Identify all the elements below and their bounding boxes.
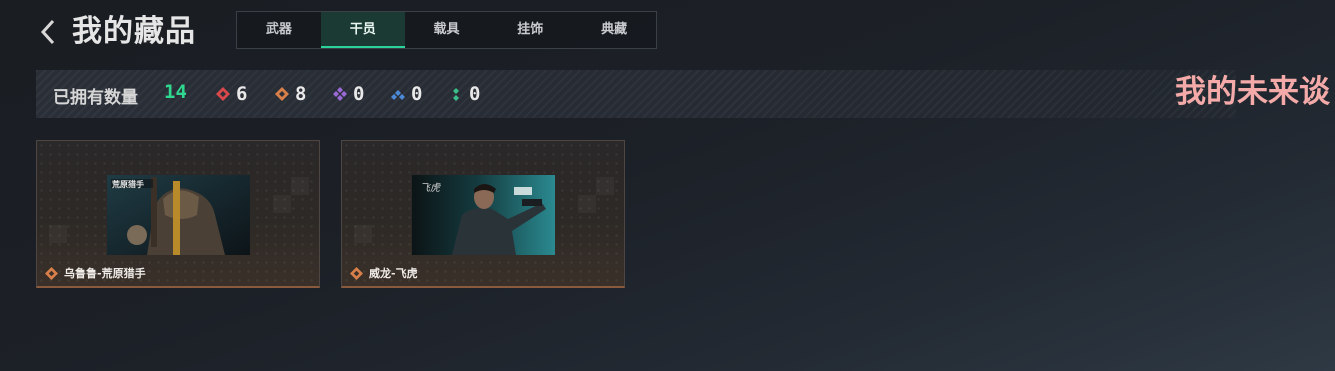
operator-image: 荒原猎手 xyxy=(107,175,250,255)
operator-portrait-uluru: 荒原猎手 xyxy=(107,175,250,255)
rarity-count-orange: 8 xyxy=(275,83,306,105)
operator-card-weilong[interactable]: 飞虎 威龙-飞虎 xyxy=(341,140,625,288)
operator-portrait-weilong: 飞虎 xyxy=(412,175,555,255)
back-button[interactable] xyxy=(38,16,60,48)
operator-image: 飞虎 xyxy=(412,175,555,255)
rarity-count-red: 6 xyxy=(216,83,247,105)
green-diamond-icon xyxy=(453,88,459,101)
rarity-count-blue: 0 xyxy=(391,83,422,105)
chevron-left-icon xyxy=(40,19,55,45)
tab-operators[interactable]: 干员 xyxy=(320,12,405,48)
operator-card-uluru[interactable]: 荒原猎手 乌鲁鲁-荒原猎手 xyxy=(36,140,320,288)
purple-diamond-icon xyxy=(333,87,347,101)
orange-diamond-icon xyxy=(45,266,58,280)
rarity-count-purple: 0 xyxy=(333,83,364,105)
red-diamond-icon xyxy=(216,87,230,101)
operator-name: 威龙-飞虎 xyxy=(369,267,418,280)
svg-text:荒原猎手: 荒原猎手 xyxy=(111,179,144,189)
owned-count-value: 14 xyxy=(164,81,187,103)
blue-diamond-icon xyxy=(391,90,405,100)
rarity-count-green: 0 xyxy=(449,83,480,105)
tab-vehicles[interactable]: 载具 xyxy=(405,12,489,48)
orange-diamond-icon xyxy=(275,87,289,101)
owned-count-label: 已拥有数量 xyxy=(53,88,138,108)
orange-diamond-icon xyxy=(350,266,363,280)
category-tabs: 武器 干员 载具 挂饰 典藏 xyxy=(236,11,657,49)
tab-collection[interactable]: 典藏 xyxy=(572,12,656,48)
tab-charms[interactable]: 挂饰 xyxy=(488,12,572,48)
page-title: 我的藏品 xyxy=(72,14,196,49)
scrolling-banner-text: 我的未来谈 xyxy=(1175,74,1330,110)
tab-weapons[interactable]: 武器 xyxy=(237,12,321,48)
svg-text:飞虎: 飞虎 xyxy=(420,182,441,194)
operator-name: 乌鲁鲁-荒原猎手 xyxy=(64,267,146,280)
owned-stats-bar: 已拥有数量 14 6 8 0 0 0 xyxy=(36,70,1236,118)
